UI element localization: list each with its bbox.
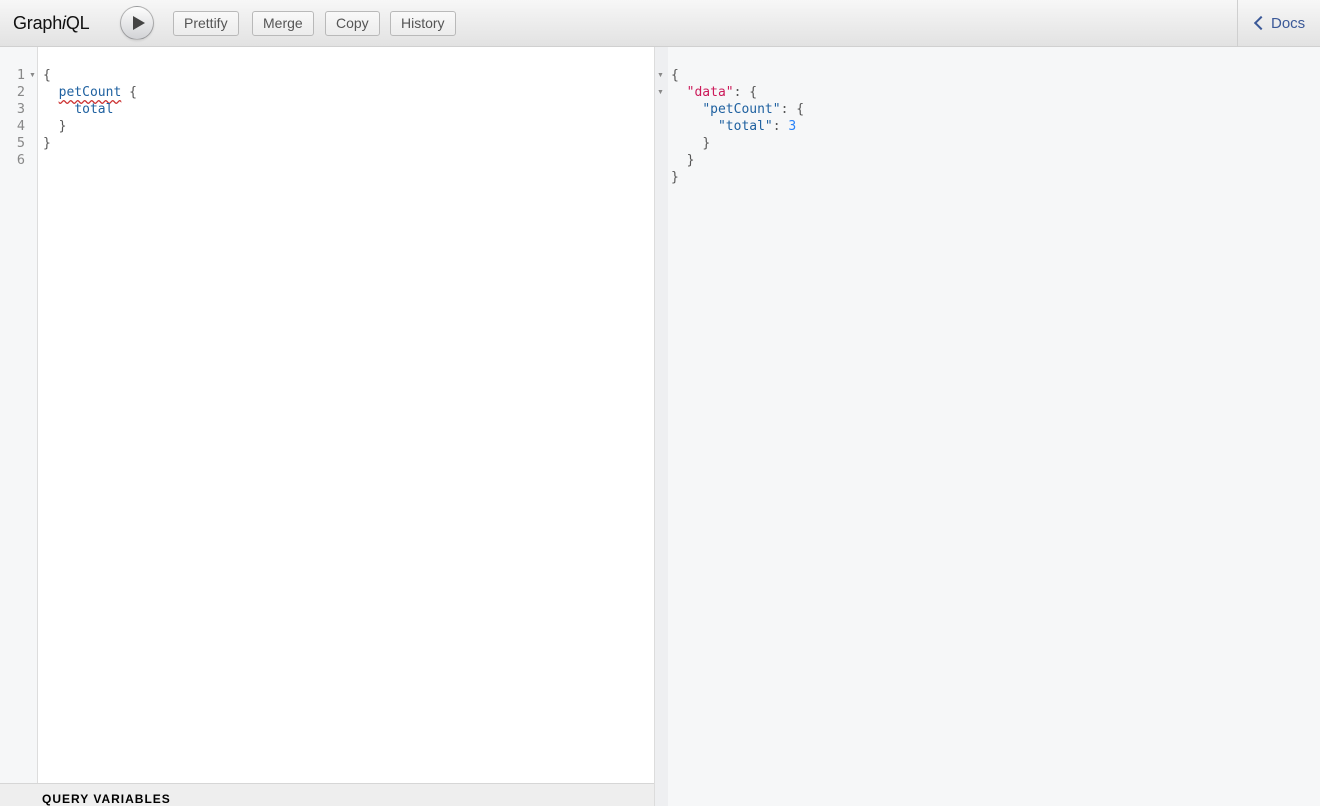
pane-divider[interactable] bbox=[654, 47, 668, 806]
play-icon bbox=[133, 16, 145, 30]
fold-arrow-icon[interactable]: ▼ bbox=[657, 67, 664, 84]
line-number: 1 bbox=[16, 67, 25, 83]
result-key-total: "total" bbox=[717, 119, 773, 134]
result-key-petcount: "petCount" bbox=[702, 102, 781, 117]
code-line: { bbox=[43, 68, 51, 83]
merge-button[interactable]: Merge bbox=[252, 11, 314, 36]
toolbar: GraphiQL Prettify Merge Copy History Doc… bbox=[0, 0, 1320, 47]
code-line: } bbox=[43, 136, 51, 151]
result-line: "data": { bbox=[686, 85, 758, 100]
result-value-total: 3 bbox=[788, 119, 797, 134]
docs-toggle[interactable]: Docs bbox=[1237, 0, 1320, 47]
fold-arrow-icon[interactable]: ▼ bbox=[657, 84, 664, 101]
line-number: 4 bbox=[16, 118, 25, 134]
code-line: total bbox=[43, 101, 113, 118]
field-petcount: petCount bbox=[58, 85, 122, 100]
line-number: 2 bbox=[16, 84, 25, 100]
result-line: } bbox=[702, 136, 711, 151]
code-line: petCount { bbox=[58, 85, 137, 100]
result-line: { bbox=[671, 68, 679, 83]
docs-label: Docs bbox=[1271, 15, 1306, 32]
chevron-left-icon bbox=[1253, 15, 1269, 31]
prettify-button[interactable]: Prettify bbox=[173, 11, 239, 36]
app-title: GraphiQL bbox=[13, 13, 90, 33]
execute-query-button[interactable] bbox=[120, 6, 154, 40]
line-number: 6 bbox=[16, 152, 25, 168]
history-button[interactable]: History bbox=[390, 11, 456, 36]
result-line: "total": 3 bbox=[717, 119, 797, 134]
fold-arrow-icon[interactable]: ▼ bbox=[29, 67, 36, 84]
line-number: 5 bbox=[16, 135, 25, 151]
result-line: } bbox=[671, 170, 679, 185]
copy-button[interactable]: Copy bbox=[325, 11, 380, 36]
code-line: } bbox=[58, 119, 67, 134]
result-key-data: "data" bbox=[686, 85, 734, 100]
query-variables-title: QUERY VARIABLES bbox=[42, 792, 171, 806]
line-gutter: 1 ▼ 2 3 4 5 6 bbox=[0, 47, 38, 783]
field-total: total bbox=[74, 102, 114, 117]
query-editor[interactable]: 1 ▼ 2 3 4 5 6 { petCount { total } } QUE… bbox=[0, 47, 654, 806]
result-line: } bbox=[686, 153, 695, 168]
query-variables-bar[interactable]: QUERY VARIABLES bbox=[0, 783, 654, 806]
result-pane bbox=[668, 47, 1320, 806]
result-line: "petCount": { bbox=[702, 102, 805, 117]
line-number: 3 bbox=[16, 101, 25, 117]
